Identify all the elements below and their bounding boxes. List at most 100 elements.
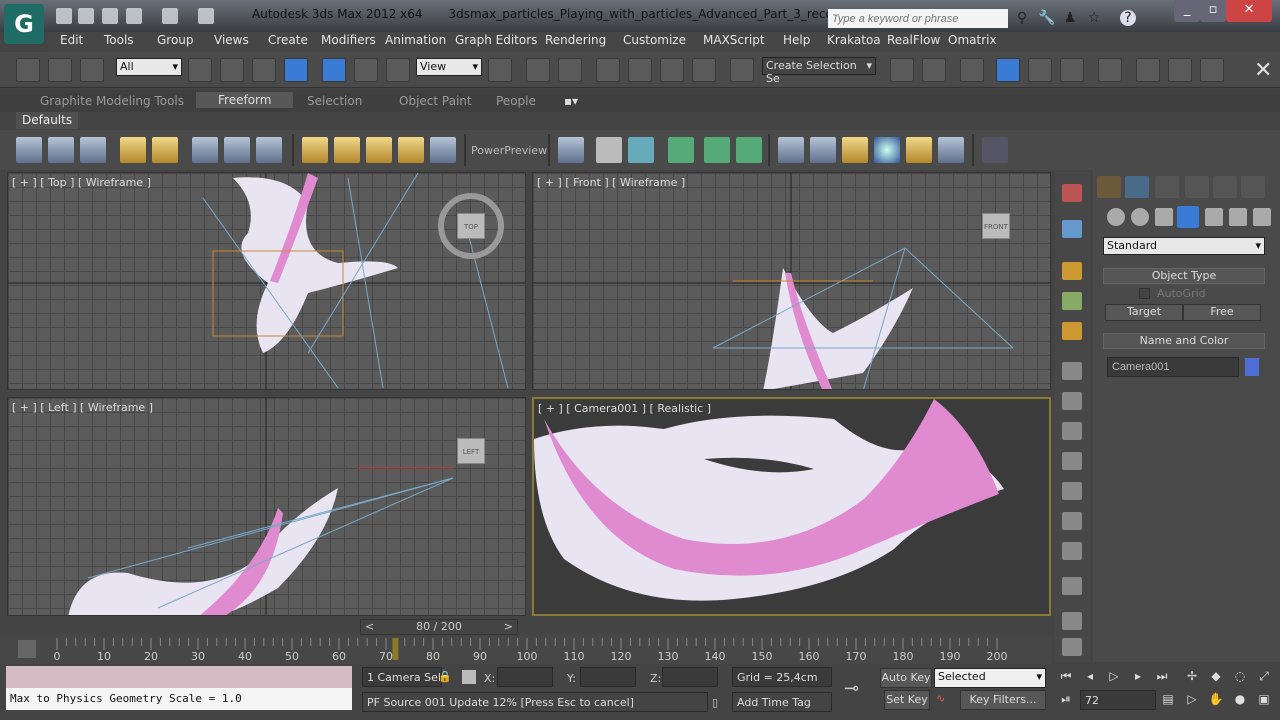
x-coordinate-input[interactable]	[497, 667, 553, 687]
autogrid-checkbox[interactable]	[1139, 288, 1150, 299]
viewport-label-left[interactable]: [ + ] [ Left ] [ Wireframe ]	[12, 401, 153, 414]
layer-icon[interactable]	[1062, 612, 1082, 630]
rendered-frame-window-icon[interactable]	[1168, 58, 1192, 82]
menu-views[interactable]: Views	[214, 33, 249, 47]
maxscript-listener-input[interactable]	[6, 666, 352, 688]
viewport-front[interactable]: [ + ] [ Front ] [ Wireframe ] FRONT	[532, 172, 1051, 390]
bind-space-warp-icon[interactable]	[80, 58, 104, 82]
bin-mesh-import-icon[interactable]	[256, 137, 282, 163]
space-warps-icon[interactable]	[1229, 208, 1247, 226]
absolute-mode-icon[interactable]	[462, 670, 476, 684]
subscription-icon[interactable]: 🔧	[1038, 10, 1055, 26]
viewport-top[interactable]: [ + ] [ Top ] [ Wireframe ] TOP	[7, 172, 526, 390]
project-folder-icon[interactable]	[198, 8, 214, 24]
align-icon[interactable]	[922, 58, 946, 82]
menu-animation[interactable]: Animation	[385, 33, 446, 47]
mirror-icon[interactable]	[890, 58, 914, 82]
rfrk2-icon[interactable]	[334, 137, 360, 163]
time-slider-prev[interactable]: <	[365, 620, 374, 633]
search-input[interactable]	[828, 9, 1008, 28]
time-slider[interactable]: <80 / 200 >	[360, 619, 518, 635]
set-key-icon[interactable]: ⊸	[844, 678, 859, 699]
viewcube[interactable]: TOP	[457, 213, 485, 239]
bin-icon[interactable]	[938, 137, 964, 163]
layer-manager-icon[interactable]	[960, 58, 984, 82]
select-move-icon[interactable]	[322, 58, 346, 82]
layer-icon[interactable]	[1062, 482, 1082, 500]
layer-icon[interactable]	[1062, 362, 1082, 380]
open-file-icon[interactable]	[78, 8, 94, 24]
orbit-icon[interactable]: ◌	[1232, 669, 1248, 685]
maximize-viewport-icon[interactable]: ⤢	[1256, 669, 1272, 685]
menu-modifiers[interactable]: Modifiers	[321, 33, 376, 47]
display-tab-icon[interactable]	[1213, 176, 1237, 198]
tab-freeform[interactable]: Freeform	[196, 92, 294, 108]
object-name-input[interactable]	[1107, 357, 1239, 377]
geometry-icon[interactable]	[1107, 208, 1125, 226]
go-to-start-icon[interactable]: ⏮	[1058, 669, 1074, 685]
step-back-icon[interactable]	[668, 137, 694, 163]
layer-icon[interactable]	[1062, 452, 1082, 470]
y-coordinate-input[interactable]	[580, 667, 636, 687]
name-and-color-rollout[interactable]: Name and Color	[1103, 333, 1265, 349]
target-camera-button[interactable]: Target	[1105, 304, 1183, 321]
close-button[interactable]: ✕	[1226, 0, 1272, 22]
time-slider-next[interactable]: >	[504, 620, 513, 633]
undo-icon[interactable]	[126, 8, 142, 24]
menu-customize[interactable]: Customize	[623, 33, 686, 47]
viewport-label-top[interactable]: [ + ] [ Top ] [ Wireframe ]	[12, 176, 151, 189]
simulate-icon[interactable]	[704, 137, 730, 163]
new-file-icon[interactable]	[56, 8, 72, 24]
render-production-icon[interactable]	[1200, 58, 1224, 82]
link-icon[interactable]	[16, 58, 40, 82]
maxscript-output[interactable]: Max to Physics Geometry Scale = 1.0	[6, 688, 352, 710]
zoom-all-icon[interactable]: ◆	[1208, 669, 1224, 685]
unlink-icon[interactable]	[48, 58, 72, 82]
menu-tools[interactable]: Tools	[104, 33, 134, 47]
motion-tab-icon[interactable]	[1185, 176, 1209, 198]
auto-key-button[interactable]: Auto Key	[880, 668, 932, 688]
field-of-view-icon[interactable]: ▷	[1184, 692, 1200, 708]
keyboard-shortcut-override-icon[interactable]	[558, 58, 582, 82]
select-manipulate-icon[interactable]	[526, 58, 550, 82]
named-selection-dropdown[interactable]: Create Selection Se	[762, 57, 876, 85]
zoom-icon[interactable]: ✢	[1184, 669, 1200, 685]
free-camera-button[interactable]: Free	[1183, 304, 1261, 321]
select-rotate-icon[interactable]	[354, 58, 378, 82]
communication-icon[interactable]: ♟	[1062, 10, 1078, 26]
mesher-icon[interactable]	[842, 137, 868, 163]
binoculars-icon[interactable]: ⚲	[1014, 10, 1030, 26]
bin-import-icon[interactable]	[152, 137, 178, 163]
sphere-icon[interactable]	[874, 137, 900, 163]
layer-icon[interactable]	[1062, 542, 1082, 560]
key-mode-dropdown[interactable]: Selected	[934, 668, 1046, 688]
powerpreview-button[interactable]: PowerPreview	[471, 144, 547, 157]
menu-maxscript[interactable]: MAXScript	[703, 33, 765, 47]
rfrk1-icon[interactable]	[302, 137, 328, 163]
selection-filter-dropdown[interactable]: All	[116, 58, 182, 76]
key-mode-toggle-icon[interactable]: ⏯	[1058, 692, 1074, 708]
modify-tab-icon[interactable]	[1125, 176, 1149, 198]
menu-realflow[interactable]: RealFlow	[887, 33, 940, 47]
bin-export-icon[interactable]	[120, 137, 146, 163]
selection-lock-icon[interactable]: 🔒	[438, 670, 452, 683]
emitter-icon[interactable]	[628, 137, 654, 163]
tab-graphite-modeling-tools[interactable]: Graphite Modeling Tools	[40, 94, 184, 108]
sd-export-icon[interactable]	[16, 137, 42, 163]
select-object-icon[interactable]	[188, 58, 212, 82]
utilities-tab-icon[interactable]	[1241, 176, 1265, 198]
realflow-scene-icon[interactable]	[558, 137, 584, 163]
create-tab-icon[interactable]	[1097, 176, 1121, 198]
snaps-toggle-icon[interactable]	[596, 58, 620, 82]
helpers-icon[interactable]	[1205, 208, 1223, 226]
menu-group[interactable]: Group	[157, 33, 194, 47]
current-frame-marker[interactable]	[392, 638, 399, 660]
menu-help[interactable]: Help	[783, 33, 810, 47]
close-toolbar-icon[interactable]: ✕	[1254, 58, 1272, 83]
box-icon[interactable]	[1062, 262, 1082, 280]
pan-icon[interactable]: ✋	[1208, 692, 1224, 708]
set-key-button[interactable]: Set Key	[884, 690, 930, 710]
defaults-panel-label[interactable]: Defaults	[16, 112, 79, 129]
edit-named-selection-icon[interactable]	[730, 58, 754, 82]
bin-mesh-export-icon[interactable]	[224, 137, 250, 163]
